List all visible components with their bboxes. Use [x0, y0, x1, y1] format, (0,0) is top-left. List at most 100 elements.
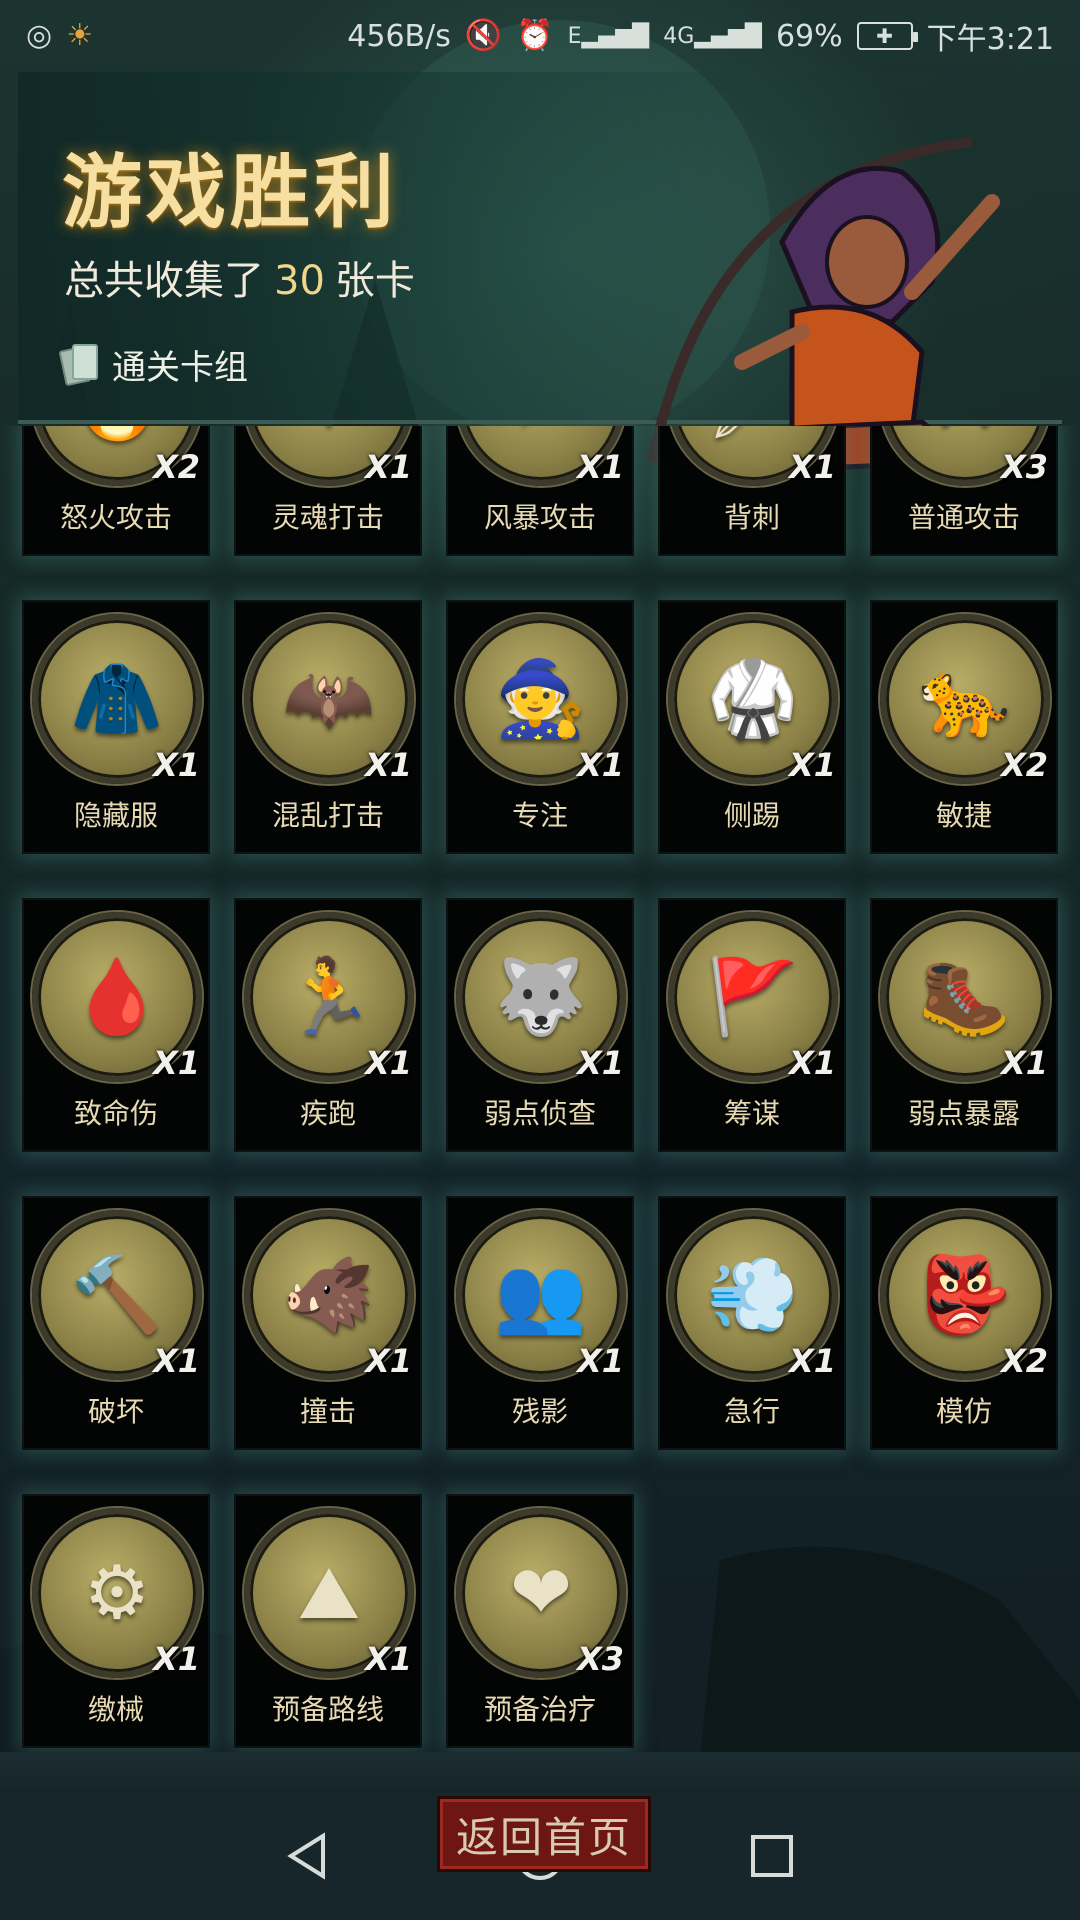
victory-banner: 游戏胜利 总共收集了 30 张卡 通关卡组: [18, 72, 1062, 475]
weather-sun-icon: ☀: [66, 18, 94, 53]
card-tile[interactable]: 🧥 X1 隐藏服: [22, 600, 210, 854]
card-quantity: X1: [1001, 1044, 1048, 1082]
card-name: 撞击: [299, 1395, 356, 1428]
panther-icon: 🐆: [918, 656, 1012, 742]
card-tile[interactable]: 👺 X2 模仿: [870, 1196, 1058, 1450]
signal-4g-icon: 4G▂▄▆█: [663, 23, 762, 49]
card-name: 背刺: [723, 501, 780, 534]
card-tile[interactable]: 🐆 X2 敏捷: [870, 600, 1058, 854]
card-quantity: X2: [1001, 746, 1048, 784]
boar-icon: 🐗: [282, 1252, 376, 1338]
card-name: 灵魂打击: [271, 501, 384, 534]
return-home-button[interactable]: 返回首页: [437, 1796, 651, 1872]
dashing-warrior-icon: 💨: [706, 1252, 800, 1338]
card-quantity: X1: [365, 1044, 412, 1082]
running-beast-icon: 🏃: [282, 954, 376, 1040]
card-quantity: X1: [153, 1640, 200, 1678]
card-name: 模仿: [935, 1395, 992, 1428]
clear-deck-button[interactable]: 通关卡组: [58, 334, 248, 394]
slash-icon: ⚔: [932, 426, 998, 438]
card-tile[interactable]: 🗡 X1 背刺: [658, 426, 846, 556]
card-tile[interactable]: 🩸 X1 致命伤: [22, 898, 210, 1152]
card-name: 隐藏服: [73, 799, 158, 832]
alarm-icon: ⏰: [516, 18, 554, 53]
gear-card-icon: ⚙: [83, 1550, 151, 1636]
lightning-icon: ⚡: [515, 426, 567, 438]
victory-title: 游戏胜利: [62, 146, 398, 239]
clear-deck-label: 通关卡组: [112, 347, 248, 388]
card-quantity: X1: [577, 1044, 624, 1082]
collected-summary: 总共收集了 30 张卡: [64, 248, 415, 306]
kick-icon: 🥋: [706, 656, 800, 742]
card-tile[interactable]: ❤ X3 预备治疗: [446, 1494, 634, 1748]
mountain-map-icon: ⛰: [297, 1550, 361, 1636]
card-tile[interactable]: 🐗 X1 撞击: [234, 1196, 422, 1450]
card-name: 怒火攻击: [59, 501, 172, 534]
mute-icon: 🔇: [464, 18, 503, 53]
backstab-icon: 🗡: [706, 426, 800, 438]
purple-claw-icon: 🦇: [282, 656, 376, 742]
card-quantity: X1: [365, 1640, 412, 1678]
card-name: 筹谋: [723, 1097, 780, 1130]
recents-square-icon: [751, 1835, 793, 1877]
card-tile[interactable]: 🦇 X1 混乱打击: [234, 600, 422, 854]
back-triangle-icon: [287, 1832, 325, 1880]
card-quantity: X1: [365, 746, 412, 784]
card-name: 混乱打击: [271, 799, 384, 832]
card-tile[interactable]: 🥾 X1 弱点暴露: [870, 898, 1058, 1152]
card-quantity: X1: [577, 448, 624, 486]
signal-e-icon: E▂▄▆█: [567, 23, 650, 49]
card-tile[interactable]: 👥 X1 残影: [446, 1196, 634, 1450]
map-flags-icon: 🚩: [706, 954, 800, 1040]
card-quantity: X1: [789, 1342, 836, 1380]
card-name: 弱点暴露: [907, 1097, 1020, 1130]
card-name: 专注: [511, 799, 568, 832]
card-name: 侧踢: [723, 799, 780, 832]
wolf-icon: 🐺: [494, 954, 588, 1040]
wizard-icon: 🧙: [494, 656, 588, 742]
flame-icon: 🔥: [71, 426, 163, 438]
nav-recents-button[interactable]: [736, 1820, 808, 1892]
card-name: 敏捷: [935, 799, 992, 832]
card-tile[interactable]: 💨 X1 急行: [658, 1196, 846, 1450]
card-quantity: X3: [1001, 448, 1048, 486]
card-quantity: X1: [789, 746, 836, 784]
card-tile[interactable]: ❄ X1 灵魂打击: [234, 426, 422, 556]
card-quantity: X1: [365, 448, 412, 486]
card-quantity: X1: [365, 1342, 412, 1380]
card-count: 30: [274, 258, 325, 304]
card-tile[interactable]: 🏃 X1 疾跑: [234, 898, 422, 1152]
card-quantity: X1: [577, 746, 624, 784]
card-quantity: X2: [153, 448, 200, 486]
card-name: 残影: [511, 1395, 568, 1428]
broken-sword-icon: 🔨: [70, 1252, 164, 1338]
card-name: 缴械: [87, 1693, 144, 1726]
stabbed-boot-icon: 🥾: [918, 954, 1012, 1040]
nav-back-button[interactable]: [272, 1820, 344, 1892]
card-tile[interactable]: ⛰ X1 预备路线: [234, 1494, 422, 1748]
card-quantity: X1: [153, 1342, 200, 1380]
card-tile[interactable]: ⚔X3 普通攻击: [870, 426, 1058, 556]
hood-icon: 🧥: [70, 656, 164, 742]
card-tile[interactable]: ⚡ X1 风暴攻击: [446, 426, 634, 556]
collected-card-grid: 🔥X2怒火攻击❄X1灵魂打击⚡X1风暴攻击🗡X1背刺⚔X3普通攻击🧥X1隐藏服🦇…: [22, 426, 1062, 1748]
card-tile[interactable]: 🥋 X1 侧踢: [658, 600, 846, 854]
card-quantity: X3: [577, 1640, 624, 1678]
card-quantity: X1: [789, 1044, 836, 1082]
card-name: 弱点侦查: [483, 1097, 596, 1130]
card-tile[interactable]: 🔨 X1 破坏: [22, 1196, 210, 1450]
network-speed: 456B/s: [347, 18, 451, 54]
card-tile[interactable]: 🔥 X2 怒火攻击: [22, 426, 210, 556]
summary-suffix: 张卡: [334, 258, 415, 304]
card-tile[interactable]: 🚩 X1 筹谋: [658, 898, 846, 1152]
card-tile[interactable]: ⚙ X1 缴械: [22, 1494, 210, 1748]
card-grid-viewport[interactable]: 🔥X2怒火攻击❄X1灵魂打击⚡X1风暴攻击🗡X1背刺⚔X3普通攻击🧥X1隐藏服🦇…: [0, 426, 1080, 1752]
shadow-clones-icon: 👥: [494, 1252, 588, 1338]
card-tile[interactable]: 🐺 X1 弱点侦查: [446, 898, 634, 1152]
card-name: 破坏: [87, 1395, 144, 1428]
card-tile[interactable]: 🧙 X1 专注: [446, 600, 634, 854]
heart-cross-icon: ❤: [509, 1550, 572, 1636]
card-name: 普通攻击: [907, 501, 1020, 534]
status-bar: ◎ ☀ 456B/s 🔇 ⏰ E▂▄▆█ 4G▂▄▆█ 69% ✚ 下午3:21: [0, 0, 1080, 72]
netease-music-icon: ◎: [26, 18, 53, 53]
